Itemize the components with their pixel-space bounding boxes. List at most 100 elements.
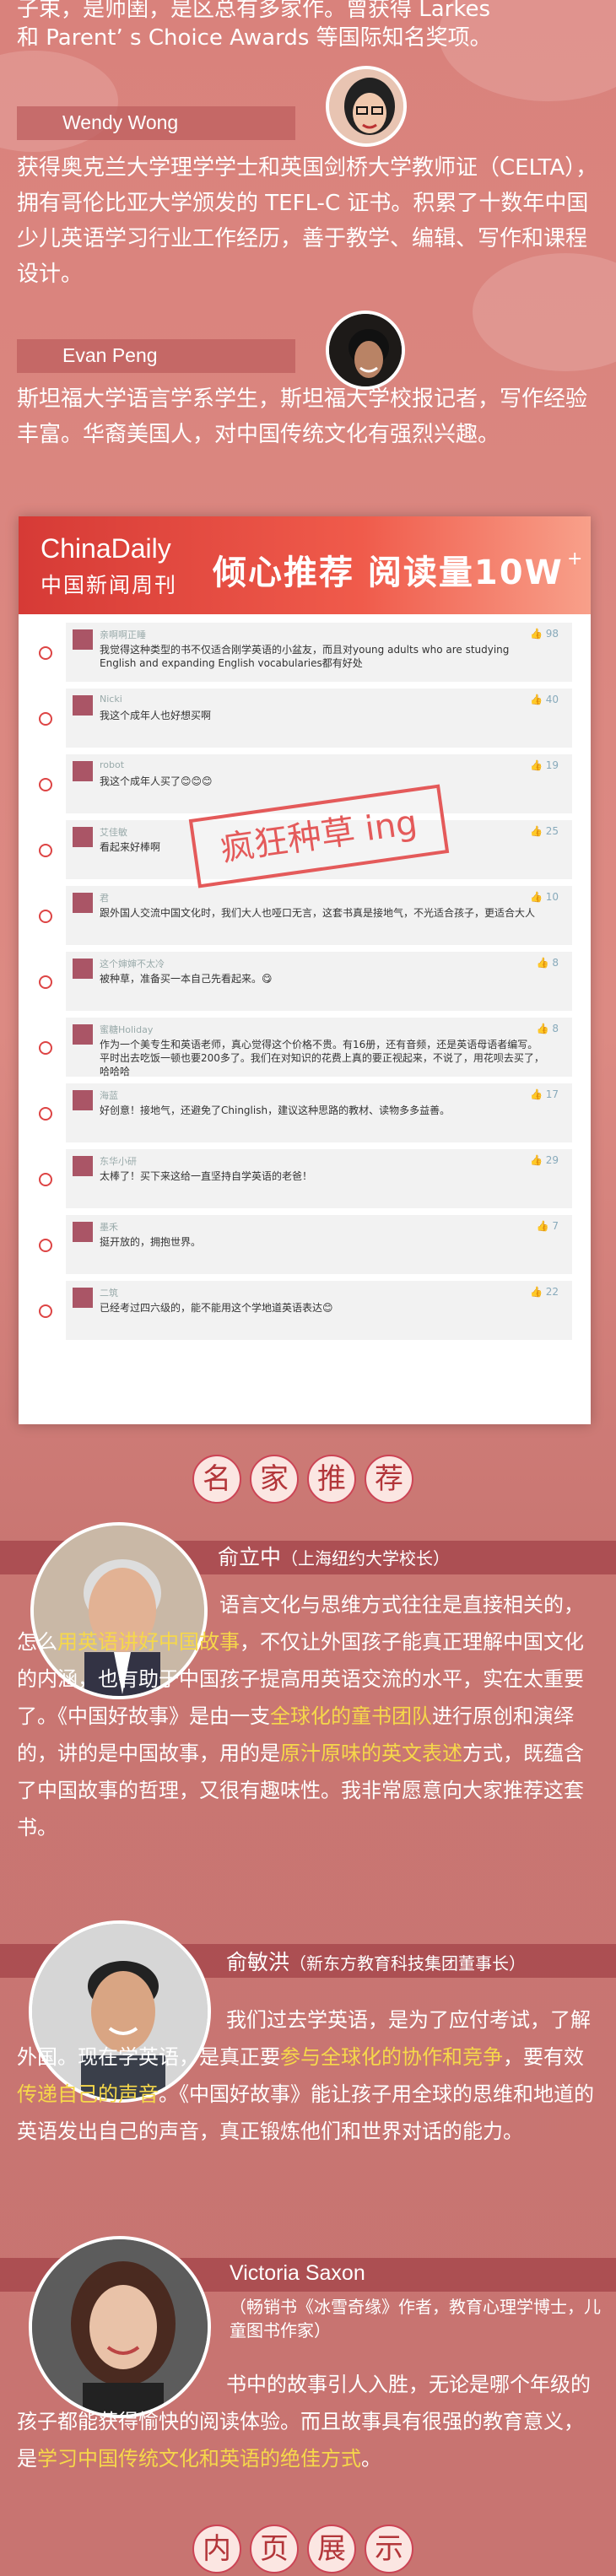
like-count: 40	[545, 694, 559, 705]
comment-row: 墨禾挺开放的，拥抱世界。 👍 7	[19, 1215, 591, 1281]
like-count: 17	[545, 1088, 559, 1100]
comment-likes[interactable]: 👍 98	[530, 628, 559, 640]
title-char: 荐	[365, 1455, 413, 1504]
author-bio: 获得奥克兰大学理学学士和英国剑桥大学教师证（CELTA），拥有哥伦比亚大学颁发的…	[17, 155, 598, 287]
comment-likes[interactable]: 👍 25	[530, 825, 559, 837]
comment-row: 蜜糖Holiday 作为一个美专生和英语老师，真心觉得这个价格不贵。有16册，还有…	[19, 1018, 591, 1083]
quote-highlight: 参与全球化的协作和竞争	[280, 2045, 503, 2069]
comment-card: 蜜糖Holiday 作为一个美专生和英语老师，真心觉得这个价格不贵。有16册，还有…	[66, 1018, 572, 1077]
comment-card: 东华小研太棒了！买下来这给一直坚持自学英语的老爸！ 👍 29	[66, 1149, 572, 1208]
title-char: 家	[250, 1455, 299, 1504]
author-name: Evan Peng	[62, 344, 158, 366]
comment-text: 太棒了！买下来这给一直坚持自学英语的老爸！	[100, 1170, 313, 1182]
comment-row: 君跟外国人交流中国文化时，我们大人也哑口无言，这套书真是接地气，不光适合孩子，更…	[19, 886, 591, 952]
author-name: Wendy Wong	[62, 111, 179, 133]
comment-likes[interactable]: 👍 29	[530, 1154, 559, 1166]
comments-panel: ChinaDaily 中国新闻周刊 倾心推荐 阅读量10W + 亲啊啊正睡 我觉得…	[19, 516, 591, 1424]
expert-quote: 语言文化与思维方式往往是直接相关的，怎么用英语讲好中国故事，不仅让外国孩子能真正…	[17, 1586, 602, 1846]
comment-row: 海蓝 好创意！接地气，还避免了Chinglish，建议这种思路的教材、读物多多益善…	[19, 1083, 591, 1149]
like-count: 22	[545, 1286, 559, 1298]
comment-user: robot	[100, 759, 125, 770]
comment-row: Nicki 我这个成年人也好想买啊 👍 40	[19, 689, 591, 754]
quote-highlight: 全球化的童书团队	[270, 1704, 432, 1728]
title-char: 内	[192, 2525, 241, 2573]
bullet-dot	[39, 1173, 52, 1186]
comment-card: 亲啊啊正睡 我觉得这种类型的书不仅适合刚学英语的小盆友，而且对young adul…	[66, 623, 572, 682]
bullet-dot	[39, 1041, 52, 1055]
quote-highlight: 传递自己的声音	[17, 2082, 159, 2106]
comment-text: 挺开放的，拥抱世界。	[100, 1236, 202, 1248]
bullet-dot	[39, 778, 52, 791]
bullet-dot	[39, 1107, 52, 1121]
comment-likes[interactable]: 👍 40	[530, 694, 559, 705]
comment-user: 蜜糖Holiday	[100, 1024, 154, 1035]
user-avatar	[73, 827, 93, 847]
comment-user: 这个婶婶不太冷	[100, 959, 165, 969]
comment-user: 亲啊啊正睡	[100, 629, 146, 640]
comment-likes[interactable]: 👍 19	[530, 759, 559, 771]
bullet-dot	[39, 1304, 52, 1318]
like-count: 19	[545, 759, 559, 771]
user-avatar	[73, 1090, 93, 1110]
author-avatar	[326, 66, 407, 147]
expert-name: 俞立中（上海纽约大学校长）	[218, 1541, 450, 1571]
like-count: 8	[552, 1023, 559, 1034]
user-avatar	[73, 695, 93, 716]
expert-name: 俞敏洪（新东方教育科技集团董事长）	[226, 1946, 526, 1976]
comment-text: 已经考过四六级的，能不能用这个学地道英语表达😊	[100, 1302, 333, 1314]
title-char: 示	[365, 2525, 413, 2573]
bullet-dot	[39, 975, 52, 989]
comment-likes[interactable]: 👍 10	[530, 891, 559, 903]
quote-highlight: 原汁原味的英文表述	[280, 1742, 462, 1765]
bullet-dot	[39, 712, 52, 726]
quote-text: 。	[361, 2447, 381, 2471]
title-char: 推	[307, 1455, 356, 1504]
author-name-bar: Wendy Wong	[17, 106, 295, 140]
expert-title: （畅销书《冰雪奇缘》作者，教育心理学博士，儿童图书作家）	[230, 2297, 601, 2341]
like-count: 7	[552, 1220, 559, 1232]
comment-row: 二筑 已经考过四六级的，能不能用这个学地道英语表达😊 👍 22	[19, 1281, 591, 1347]
like-count: 10	[545, 891, 559, 903]
comment-likes[interactable]: 👍 7	[537, 1220, 559, 1232]
title-char: 页	[250, 2525, 299, 2573]
expert-name-text: 俞敏洪	[226, 1950, 290, 1974]
comment-likes[interactable]: 👍 22	[530, 1286, 559, 1298]
like-count: 29	[545, 1154, 559, 1166]
comment-user: 海蓝	[100, 1090, 118, 1101]
page: 子束，是师圉，是区总有多家作。曾获得 Larkes 和 Parent’ s Ch…	[0, 0, 616, 2576]
user-avatar	[73, 959, 93, 979]
like-count: 98	[545, 628, 559, 640]
comment-row: 这个婶婶不太冷被种草，准备买一本自己先看起来。😋 👍 8	[19, 952, 591, 1018]
expert-name-text: 俞立中	[218, 1545, 282, 1569]
comment-likes[interactable]: 👍 8	[537, 1023, 559, 1034]
bullet-dot	[39, 1239, 52, 1252]
panel-header: ChinaDaily 中国新闻周刊 倾心推荐 阅读量10W +	[19, 516, 591, 614]
user-avatar	[73, 893, 93, 913]
title-char: 名	[192, 1455, 241, 1504]
intro-line-2: 和 Parent’ s Choice Awards 等国际知名奖项。	[17, 25, 492, 51]
section-title-experts: 名 家 推 荐	[192, 1455, 413, 1504]
panel-brand: ChinaDaily	[41, 533, 171, 564]
expert-quote: 书中的故事引人入胜，无论是哪个年级的孩子都能获得愉快的阅读体验。而且故事具有很强…	[17, 2366, 599, 2477]
comment-text: 被种草，准备买一本自己先看起来。😋	[100, 973, 273, 985]
comment-likes[interactable]: 👍 17	[530, 1088, 559, 1100]
section-title-pages: 内 页 展 示	[192, 2525, 413, 2573]
comment-card: 君跟外国人交流中国文化时，我们大人也哑口无言，这套书真是接地气，不光适合孩子，更…	[66, 886, 572, 945]
author-name-bar: Evan Peng	[17, 339, 295, 373]
comment-list: 亲啊啊正睡 我觉得这种类型的书不仅适合刚学英语的小盆友，而且对young adul…	[19, 623, 591, 1347]
comment-text: 我这个成年人也好想买啊	[100, 710, 212, 721]
author-avatar	[326, 311, 405, 390]
like-count: 25	[545, 825, 559, 837]
comment-user: 墨禾	[100, 1222, 118, 1233]
panel-plus: +	[567, 548, 583, 570]
comment-text: 我这个成年人买了😊😊😊	[100, 775, 213, 787]
panel-subtitle: 中国新闻周刊	[41, 573, 178, 597]
expert-title: （上海纽约大学校长）	[281, 1548, 451, 1569]
bullet-dot	[39, 646, 52, 660]
comment-likes[interactable]: 👍 8	[537, 957, 559, 969]
comment-user: 东华小研	[100, 1156, 137, 1167]
comment-card: 二筑 已经考过四六级的，能不能用这个学地道英语表达😊 👍 22	[66, 1281, 572, 1340]
expert-quote: 我们过去学英语，是为了应付考试，了解外国。现在学英语，是真正要参与全球化的协作和…	[17, 2001, 599, 2150]
user-avatar	[73, 1024, 93, 1045]
comment-user: Nicki	[100, 694, 122, 705]
